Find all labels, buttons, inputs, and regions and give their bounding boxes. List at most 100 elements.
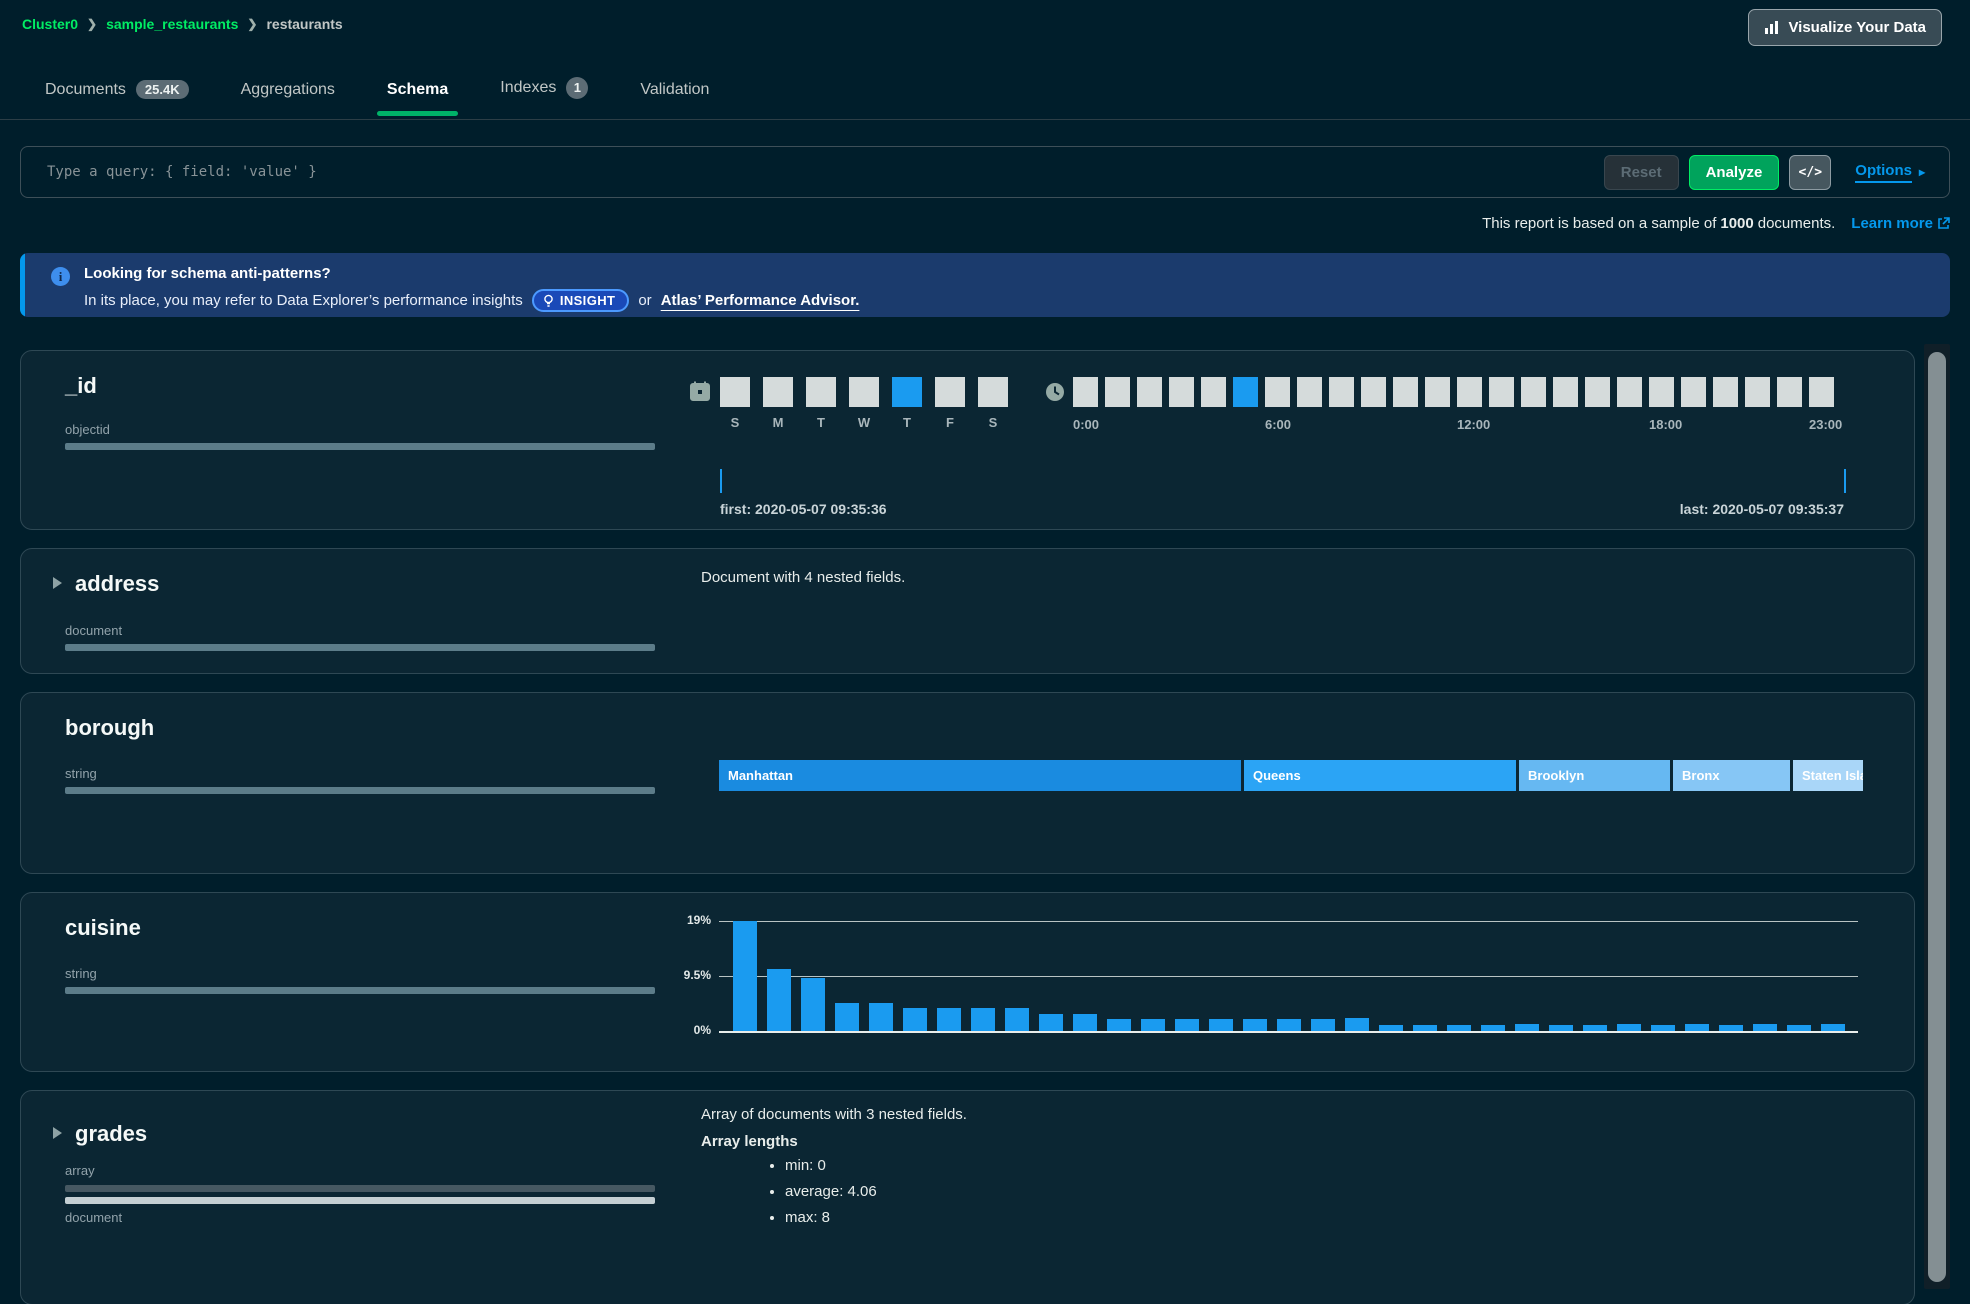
hour-square-15[interactable] — [1553, 377, 1578, 407]
learn-more-link[interactable]: Learn more — [1851, 215, 1950, 232]
cuisine-bar-22[interactable] — [1481, 1025, 1505, 1031]
weekday-square-2[interactable] — [806, 377, 836, 407]
options-toggle[interactable]: Options ▸ — [1855, 162, 1925, 183]
cuisine-bar-3[interactable] — [835, 1003, 859, 1031]
cuisine-bar-0[interactable] — [733, 921, 757, 1031]
cuisine-bar-16[interactable] — [1277, 1019, 1301, 1031]
hour-square-19[interactable] — [1681, 377, 1706, 407]
cuisine-bar-5[interactable] — [903, 1008, 927, 1031]
vertical-scrollbar-thumb[interactable] — [1928, 352, 1946, 1282]
hour-square-2[interactable] — [1137, 377, 1162, 407]
tab-aggregations[interactable]: Aggregations — [239, 81, 337, 119]
cuisine-bar-31[interactable] — [1787, 1025, 1811, 1031]
expand-triangle-icon[interactable] — [53, 1127, 62, 1139]
insight-badge[interactable]: INSIGHT — [532, 289, 630, 312]
tab-validation[interactable]: Validation — [638, 81, 711, 119]
cuisine-bar-29[interactable] — [1719, 1025, 1743, 1031]
cuisine-bar-4[interactable] — [869, 1003, 893, 1031]
cuisine-bar-9[interactable] — [1039, 1014, 1063, 1031]
vertical-scrollbar-track[interactable] — [1924, 344, 1950, 1289]
reset-button[interactable]: Reset — [1604, 155, 1679, 190]
cuisine-bar-25[interactable] — [1583, 1025, 1607, 1031]
hour-square-16[interactable] — [1585, 377, 1610, 407]
cuisine-bar-18[interactable] — [1345, 1018, 1369, 1031]
calendar-icon — [689, 380, 711, 402]
weekday-square-4[interactable] — [892, 377, 922, 407]
visualize-your-data-button[interactable]: Visualize Your Data — [1748, 9, 1942, 46]
hour-square-18[interactable] — [1649, 377, 1674, 407]
export-to-language-button[interactable]: </> — [1789, 155, 1831, 190]
hour-square-11[interactable] — [1425, 377, 1450, 407]
performance-advisor-link[interactable]: Atlas’ Performance Advisor. — [661, 292, 860, 309]
cuisine-bar-32[interactable] — [1821, 1024, 1845, 1031]
cuisine-bar-17[interactable] — [1311, 1019, 1335, 1031]
hour-square-23[interactable] — [1809, 377, 1834, 407]
borough-segment-manhattan[interactable]: Manhattan — [719, 760, 1241, 791]
hour-square-10[interactable] — [1393, 377, 1418, 407]
hour-square-22[interactable] — [1777, 377, 1802, 407]
tab-label: Indexes — [500, 79, 556, 97]
info-icon: i — [51, 267, 70, 286]
cuisine-bar-8[interactable] — [1005, 1008, 1029, 1031]
hour-square-5[interactable] — [1233, 377, 1258, 407]
weekday-square-0[interactable] — [720, 377, 750, 407]
hour-square-13[interactable] — [1489, 377, 1514, 407]
cuisine-bar-19[interactable] — [1379, 1025, 1403, 1031]
tab-documents[interactable]: Documents25.4K — [43, 80, 191, 119]
cuisine-bar-12[interactable] — [1141, 1019, 1165, 1031]
cuisine-bar-13[interactable] — [1175, 1019, 1199, 1031]
breadcrumb-item-restaurants: restaurants — [266, 16, 342, 32]
cuisine-bar-30[interactable] — [1753, 1024, 1777, 1031]
cuisine-bar-2[interactable] — [801, 978, 825, 1031]
cuisine-bar-10[interactable] — [1073, 1014, 1097, 1031]
cuisine-bar-6[interactable] — [937, 1008, 961, 1031]
expand-triangle-icon[interactable] — [53, 577, 62, 589]
query-bar: Reset Analyze </> Options ▸ — [20, 146, 1950, 198]
hour-square-4[interactable] — [1201, 377, 1226, 407]
borough-segment-brooklyn[interactable]: Brooklyn — [1519, 760, 1670, 791]
cuisine-bar-1[interactable] — [767, 969, 791, 1031]
cuisine-bar-11[interactable] — [1107, 1019, 1131, 1031]
weekday-square-3[interactable] — [849, 377, 879, 407]
weekday-square-5[interactable] — [935, 377, 965, 407]
hour-square-0[interactable] — [1073, 377, 1098, 407]
chevron-right-icon: ❯ — [247, 17, 257, 31]
hour-square-1[interactable] — [1105, 377, 1130, 407]
hour-square-6[interactable] — [1265, 377, 1290, 407]
weekday-label: S — [720, 415, 750, 430]
hour-square-21[interactable] — [1745, 377, 1770, 407]
hour-square-8[interactable] — [1329, 377, 1354, 407]
tab-indexes[interactable]: Indexes1 — [498, 77, 590, 119]
cuisine-bar-24[interactable] — [1549, 1025, 1573, 1031]
query-input[interactable] — [47, 164, 1604, 180]
hour-square-12[interactable] — [1457, 377, 1482, 407]
analyze-button[interactable]: Analyze — [1689, 155, 1780, 190]
cuisine-bar-15[interactable] — [1243, 1019, 1267, 1031]
breadcrumb-item-sample_restaurants[interactable]: sample_restaurants — [106, 16, 238, 32]
borough-segment-queens[interactable]: Queens — [1244, 760, 1516, 791]
breadcrumb-item-cluster0[interactable]: Cluster0 — [22, 16, 78, 32]
hour-square-17[interactable] — [1617, 377, 1642, 407]
y-axis-tick-label: 0% — [655, 1023, 711, 1037]
hour-square-7[interactable] — [1297, 377, 1322, 407]
cuisine-bar-23[interactable] — [1515, 1024, 1539, 1031]
cuisine-bar-21[interactable] — [1447, 1025, 1471, 1031]
borough-segment-bronx[interactable]: Bronx — [1673, 760, 1790, 791]
hour-square-20[interactable] — [1713, 377, 1738, 407]
cuisine-bar-28[interactable] — [1685, 1024, 1709, 1031]
borough-segment-staten-island[interactable]: Staten Island — [1793, 760, 1863, 791]
weekday-square-6[interactable] — [978, 377, 1008, 407]
weekday-histogram — [720, 377, 1008, 407]
cuisine-bar-27[interactable] — [1651, 1025, 1675, 1031]
hour-square-3[interactable] — [1169, 377, 1194, 407]
hour-square-9[interactable] — [1361, 377, 1386, 407]
hour-square-14[interactable] — [1521, 377, 1546, 407]
weekday-label: W — [849, 415, 879, 430]
cuisine-bar-14[interactable] — [1209, 1019, 1233, 1031]
tab-label: Aggregations — [241, 81, 335, 99]
tab-schema[interactable]: Schema — [385, 81, 450, 119]
cuisine-bar-26[interactable] — [1617, 1024, 1641, 1031]
weekday-square-1[interactable] — [763, 377, 793, 407]
cuisine-bar-7[interactable] — [971, 1008, 995, 1031]
cuisine-bar-20[interactable] — [1413, 1025, 1437, 1031]
